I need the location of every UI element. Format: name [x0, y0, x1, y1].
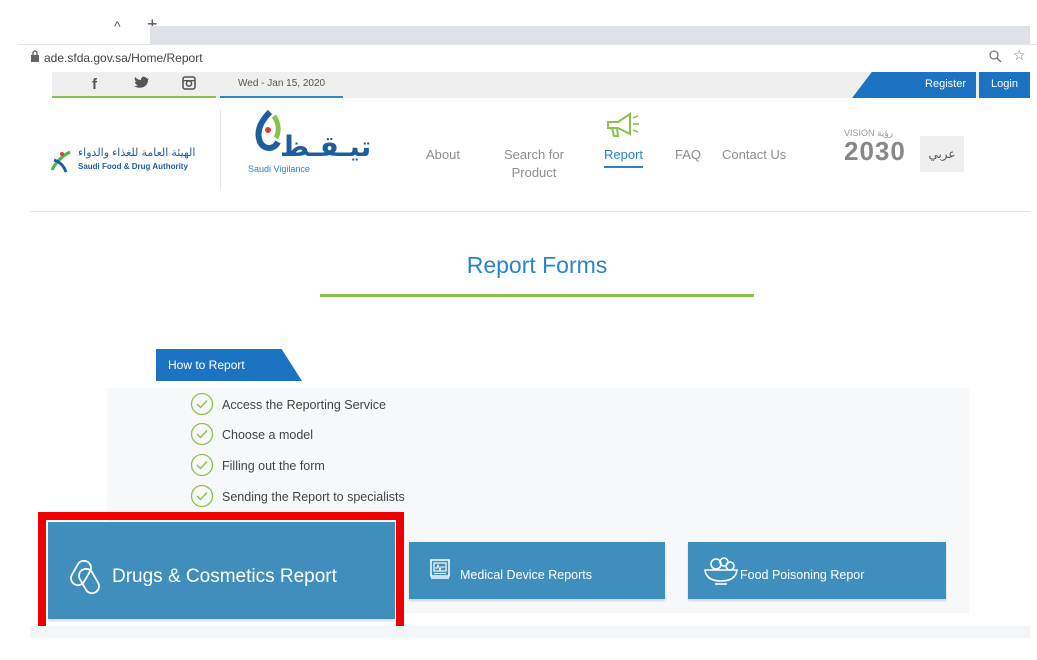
- food-poisoning-report-label: Food Poisoning Repor: [740, 568, 865, 582]
- how-to-report-tab[interactable]: How to Report: [156, 349, 302, 381]
- nav-about[interactable]: About: [426, 146, 460, 164]
- vigilance-name-english: Saudi Vigilance: [248, 164, 310, 174]
- medical-device-icon: [430, 559, 450, 579]
- medical-device-reports-label: Medical Device Reports: [460, 568, 592, 582]
- step-text: Sending the Report to specialists: [222, 490, 405, 504]
- sfda-logo[interactable]: الهيئة العامة للغذاء والدواء Saudi Food …: [48, 146, 223, 180]
- register-button[interactable]: Register: [852, 72, 976, 98]
- nav-faq[interactable]: FAQ: [675, 146, 701, 164]
- url-text[interactable]: ade.sfda.gov.sa/Home/Report: [44, 51, 203, 65]
- page-bottom-strip: [30, 626, 1030, 638]
- language-arabic-button[interactable]: عربي: [920, 136, 964, 172]
- sfda-emblem-icon: [50, 150, 71, 173]
- current-date: Wed - Jan 15, 2020: [220, 72, 343, 98]
- nav-report[interactable]: Report: [604, 146, 644, 168]
- check-circle-icon: [190, 392, 214, 416]
- logo-divider: [220, 110, 221, 190]
- zoom-icon[interactable]: [988, 49, 1002, 63]
- sfda-name-english: Saudi Food & Drug Authority: [78, 162, 188, 171]
- title-underline: [320, 294, 754, 297]
- sfda-name-arabic: الهيئة العامة للغذاء والدواء: [78, 147, 196, 159]
- check-circle-icon: [190, 484, 214, 508]
- nav-search-line1: Search for: [504, 147, 564, 162]
- pill-icon: [70, 559, 100, 595]
- twitter-icon[interactable]: [134, 76, 150, 94]
- tabstrip-bar: [150, 26, 1030, 44]
- drugs-cosmetics-report-label: Drugs & Cosmetics Report: [112, 566, 337, 587]
- vigilance-name-arabic: تيـقـظ: [280, 130, 372, 163]
- food-bowl-icon: [704, 557, 738, 585]
- nav-search-product[interactable]: Search for Product: [504, 146, 564, 182]
- drugs-cosmetics-report-button[interactable]: Drugs & Cosmetics Report: [48, 522, 395, 619]
- social-links: f: [52, 72, 216, 98]
- tab-collapse-icon[interactable]: ^: [114, 18, 121, 34]
- address-bar[interactable]: ade.sfda.gov.sa/Home/Report ☆: [18, 44, 1037, 68]
- lock-icon: [31, 50, 39, 62]
- site-header: الهيئة العامة للغذاء والدواء Saudi Food …: [30, 98, 1030, 212]
- step-text: Filling out the form: [222, 459, 325, 473]
- saudi-vigilance-logo[interactable]: تيـقـظ Saudi Vigilance: [244, 108, 371, 178]
- vision-2030-logo: VISION رؤية 2030: [844, 128, 924, 178]
- medical-device-reports-button[interactable]: Medical Device Reports: [409, 542, 665, 599]
- nav-contact-us[interactable]: Contact Us: [722, 146, 786, 164]
- site-topbar: f Wed - Jan 15, 2020 Register Login: [52, 72, 1030, 98]
- check-circle-icon: [190, 453, 214, 477]
- food-poisoning-report-button[interactable]: Food Poisoning Repor: [688, 542, 946, 599]
- step-text: Access the Reporting Service: [222, 398, 386, 412]
- check-circle-icon: [190, 422, 214, 446]
- browser-tabstrip: ^ +: [0, 0, 1037, 44]
- bookmark-star-icon[interactable]: ☆: [1013, 47, 1026, 64]
- nav-search-line2: Product: [511, 165, 557, 180]
- login-button[interactable]: Login: [979, 72, 1030, 98]
- vision-year: 2030: [844, 136, 906, 166]
- step-text: Choose a model: [222, 428, 314, 442]
- page-title: Report Forms: [466, 252, 608, 278]
- instagram-icon[interactable]: [182, 76, 196, 94]
- facebook-icon[interactable]: f: [92, 76, 97, 93]
- megaphone-icon: [607, 112, 639, 137]
